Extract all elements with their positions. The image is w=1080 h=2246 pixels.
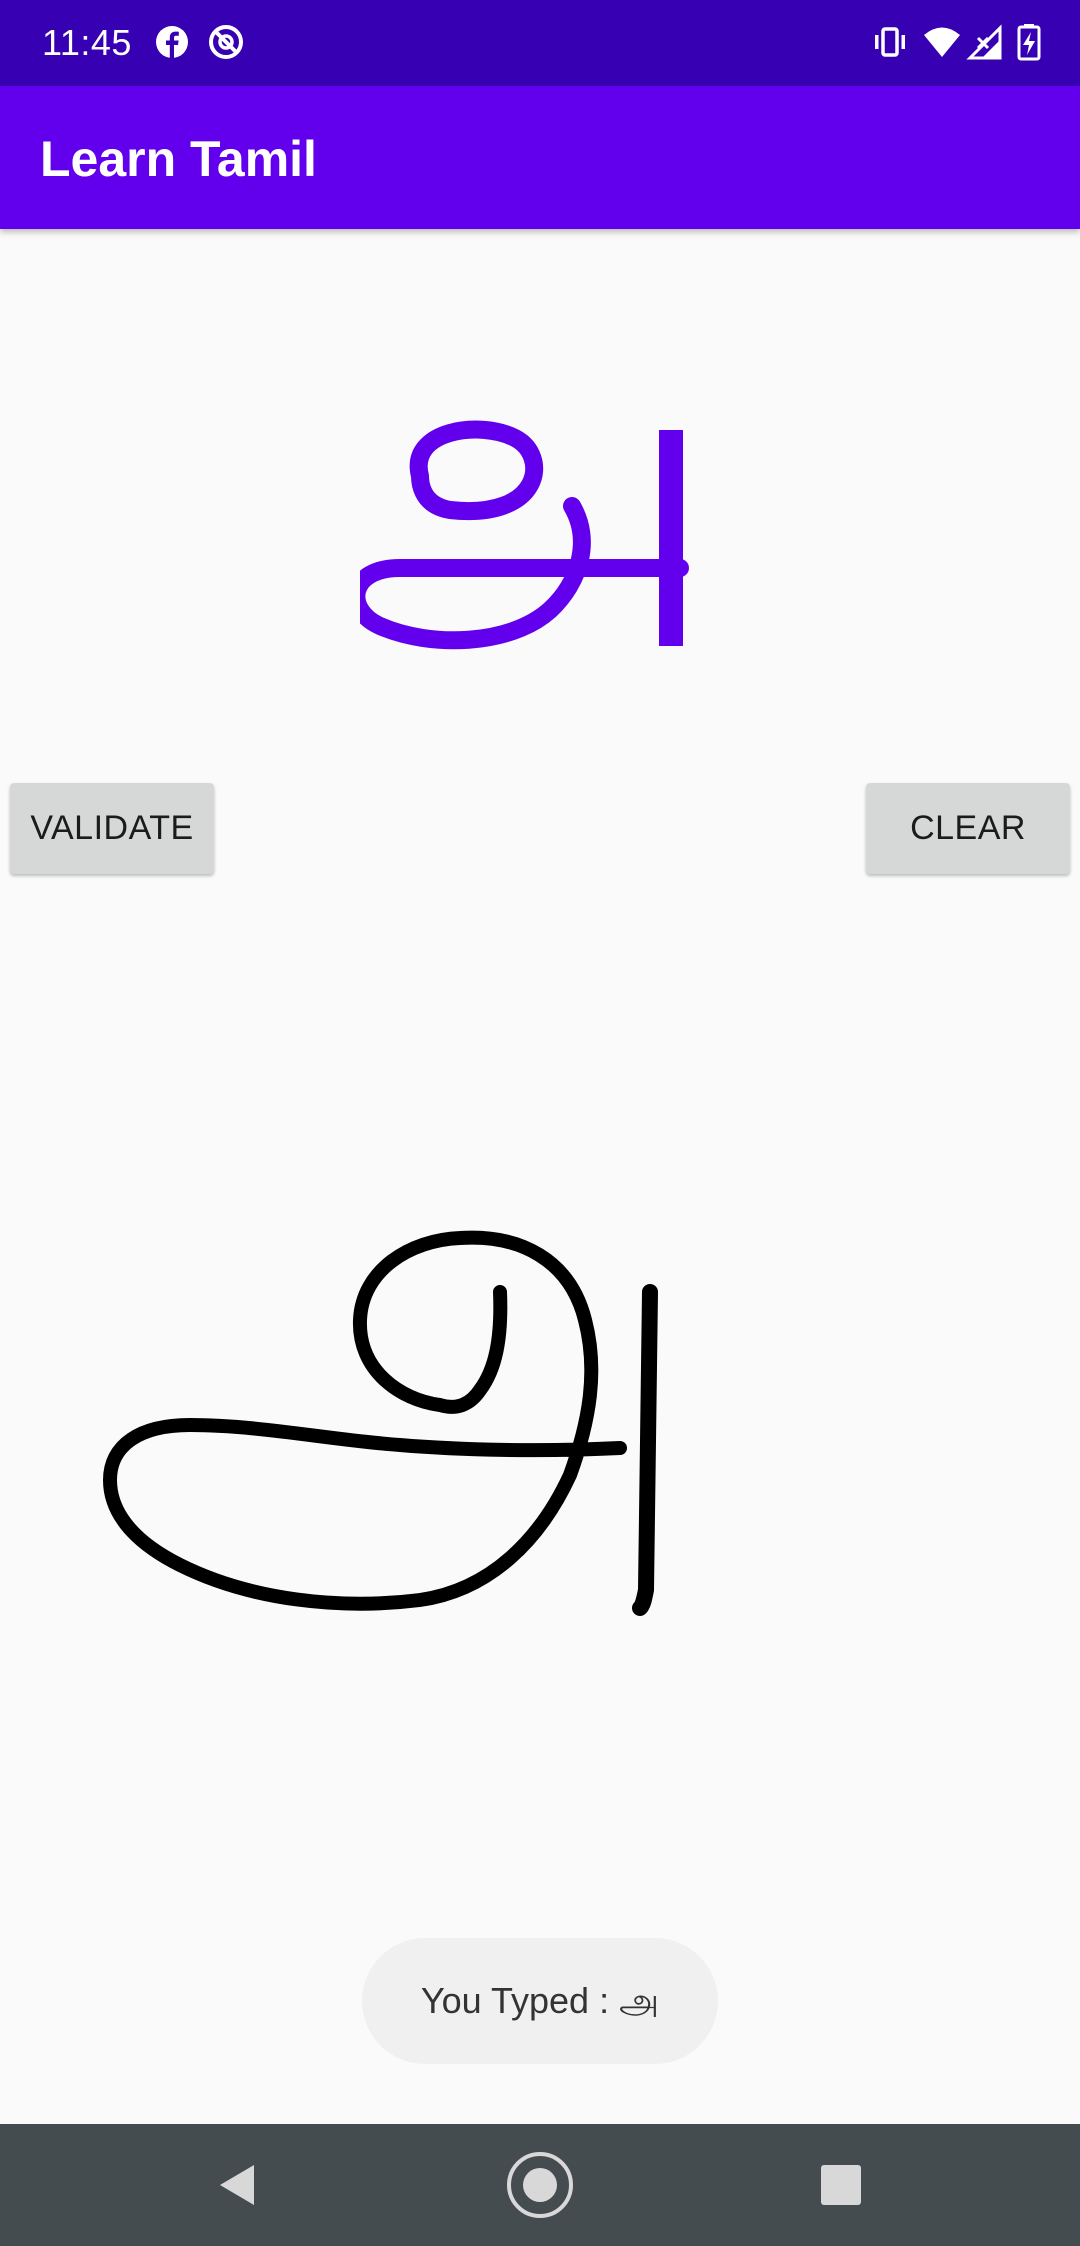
navigation-bar [0, 2124, 1080, 2246]
back-icon[interactable] [202, 2150, 272, 2220]
target-letter: அ [530, 659, 532, 661]
home-icon[interactable] [505, 2150, 575, 2220]
handwritten-stroke-vertical [632, 1284, 658, 1616]
no-disturb-icon [209, 25, 243, 59]
status-bar: 11:45 [0, 0, 1080, 86]
wifi-icon [924, 27, 960, 57]
status-time: 11:45 [42, 22, 132, 63]
vibrate-icon [875, 27, 905, 57]
drawing-canvas[interactable] [0, 900, 1080, 1900]
handwritten-stroke [103, 1230, 627, 1611]
target-letter-glyph: அ [360, 420, 689, 661]
validate-button[interactable]: VALIDATE [10, 783, 214, 874]
app-title: Learn Tamil [40, 131, 317, 187]
app-bar: Learn Tamil [0, 86, 1080, 229]
recents-icon[interactable] [806, 2150, 876, 2220]
facebook-icon [156, 26, 188, 58]
clear-button[interactable]: CLEAR [866, 783, 1070, 874]
toast-message: You Typed : அ [362, 1938, 718, 2064]
screen: 11:45 Learn Tamil அ VALIDATE CLEAR You T… [0, 0, 1080, 2246]
signal-icon [966, 24, 1002, 60]
battery-charging-icon [1017, 24, 1041, 61]
